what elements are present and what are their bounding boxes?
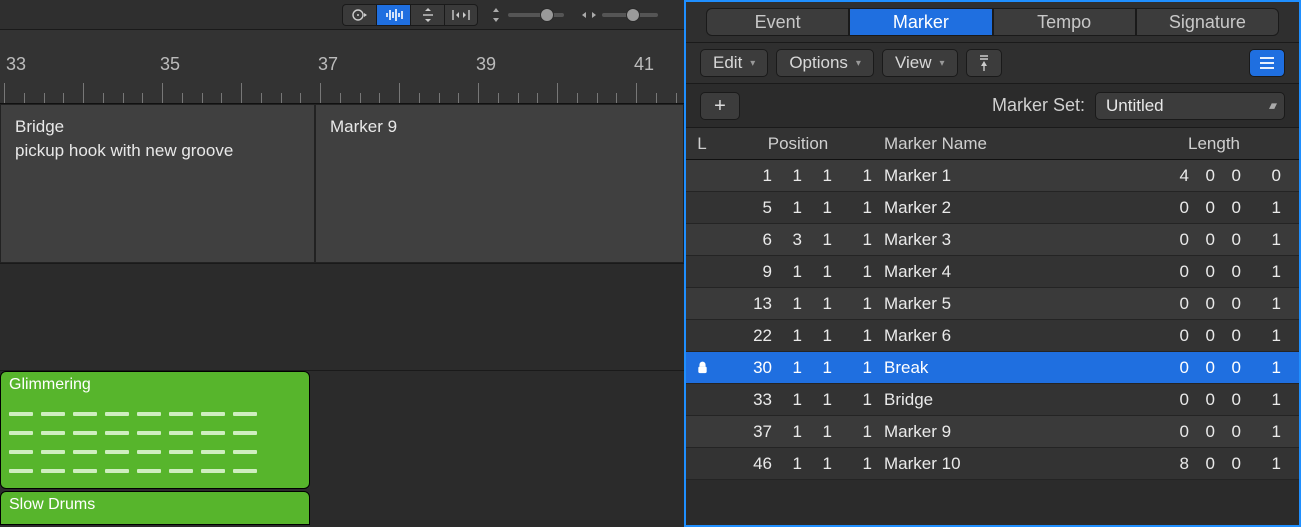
length-cell[interactable]: 0001 <box>1129 358 1299 378</box>
list-editor-pane: Event Marker Tempo Signature Edit▾ Optio… <box>684 0 1301 527</box>
empty-track <box>0 264 684 371</box>
region-label: Glimmering <box>9 376 301 394</box>
name-cell[interactable]: Marker 3 <box>878 230 1129 250</box>
marker-list-body: 1111Marker 140005111Marker 200016311Mark… <box>686 160 1299 525</box>
marker-block-title: Marker 9 <box>330 115 669 139</box>
catch-playhead-button[interactable] <box>966 49 1002 77</box>
name-cell[interactable]: Marker 9 <box>878 422 1129 442</box>
marker-row[interactable]: 6311Marker 30001 <box>686 224 1299 256</box>
name-cell[interactable]: Marker 5 <box>878 294 1129 314</box>
name-cell[interactable]: Marker 2 <box>878 198 1129 218</box>
position-cell[interactable]: 46111 <box>718 454 878 474</box>
region-slow-drums[interactable]: Slow Drums <box>0 491 310 525</box>
list-editor-menubar: Edit▾ Options▾ View▾ <box>686 42 1299 84</box>
list-editor-tabs: Event Marker Tempo Signature <box>686 2 1299 42</box>
horizontal-fit-button[interactable] <box>444 4 478 26</box>
horizontal-arrows-icon <box>582 9 596 21</box>
lock-cell[interactable] <box>686 361 718 374</box>
marker-row[interactable]: 13111Marker 50001 <box>686 288 1299 320</box>
length-cell[interactable]: 0001 <box>1129 294 1299 314</box>
waveform-mode-button[interactable] <box>376 4 410 26</box>
region-track-1: Glimmering <box>0 371 684 491</box>
view-menu[interactable]: View▾ <box>882 49 958 77</box>
position-cell[interactable]: 5111 <box>718 198 878 218</box>
marker-row[interactable]: 30111Break0001 <box>686 352 1299 384</box>
updown-icon: ▴▾ <box>1269 99 1274 112</box>
region-label: Slow Drums <box>9 496 301 514</box>
marker-row[interactable]: 5111Marker 20001 <box>686 192 1299 224</box>
menu-button[interactable] <box>342 4 376 26</box>
marker-block-subtitle: pickup hook with new groove <box>15 139 300 163</box>
column-lock[interactable]: L <box>686 134 718 154</box>
position-cell[interactable]: 37111 <box>718 422 878 442</box>
position-cell[interactable]: 1111 <box>718 166 878 186</box>
length-cell[interactable]: 0001 <box>1129 230 1299 250</box>
position-cell[interactable]: 33111 <box>718 390 878 410</box>
vertical-arrows-icon <box>490 8 502 22</box>
column-marker-name[interactable]: Marker Name <box>878 134 1129 154</box>
name-cell[interactable]: Marker 10 <box>878 454 1129 474</box>
length-cell[interactable]: 4000 <box>1129 166 1299 186</box>
marker-row[interactable]: 22111Marker 60001 <box>686 320 1299 352</box>
vertical-zoom-slider[interactable] <box>484 4 570 26</box>
marker-list-header: L Position Marker Name Length <box>686 128 1299 160</box>
position-cell[interactable]: 22111 <box>718 326 878 346</box>
tab-tempo[interactable]: Tempo <box>993 8 1136 36</box>
name-cell[interactable]: Marker 1 <box>878 166 1129 186</box>
name-cell[interactable]: Marker 4 <box>878 262 1129 282</box>
marker-block-marker9[interactable]: Marker 9 <box>315 104 684 263</box>
position-cell[interactable]: 30111 <box>718 358 878 378</box>
marker-row[interactable]: 37111Marker 90001 <box>686 416 1299 448</box>
chevron-down-icon: ▾ <box>940 58 945 69</box>
name-cell[interactable]: Break <box>878 358 1129 378</box>
midi-preview <box>9 404 301 480</box>
marker-row[interactable]: 33111Bridge0001 <box>686 384 1299 416</box>
vertical-zoom-button[interactable] <box>410 4 444 26</box>
marker-row[interactable]: 1111Marker 14000 <box>686 160 1299 192</box>
length-cell[interactable]: 0001 <box>1129 326 1299 346</box>
horizontal-zoom-slider[interactable] <box>576 4 664 26</box>
marker-set-select[interactable]: Untitled ▴▾ <box>1095 92 1285 120</box>
position-cell[interactable]: 6311 <box>718 230 878 250</box>
marker-track[interactable]: Bridge pickup hook with new groove Marke… <box>0 104 684 264</box>
marker-set-bar: + Marker Set: Untitled ▴▾ <box>686 84 1299 128</box>
length-cell[interactable]: 0001 <box>1129 422 1299 442</box>
length-cell[interactable]: 8001 <box>1129 454 1299 474</box>
edit-menu[interactable]: Edit▾ <box>700 49 768 77</box>
position-cell[interactable]: 13111 <box>718 294 878 314</box>
marker-block-title: Bridge <box>15 115 300 139</box>
timeline-ruler[interactable]: 33 35 37 39 41 <box>0 30 684 104</box>
length-cell[interactable]: 0001 <box>1129 262 1299 282</box>
marker-block-bridge[interactable]: Bridge pickup hook with new groove <box>0 104 315 263</box>
region-track-2: Slow Drums <box>0 491 684 527</box>
timeline-toolbar <box>0 0 684 30</box>
marker-set-label: Marker Set: <box>992 95 1085 116</box>
tab-signature[interactable]: Signature <box>1136 8 1279 36</box>
options-menu[interactable]: Options▾ <box>776 49 874 77</box>
position-cell[interactable]: 9111 <box>718 262 878 282</box>
length-cell[interactable]: 0001 <box>1129 198 1299 218</box>
column-position[interactable]: Position <box>718 134 878 154</box>
tab-event[interactable]: Event <box>706 8 849 36</box>
timeline-pane: 33 35 37 39 41 Bridge pickup hook with n… <box>0 0 684 527</box>
list-view-button[interactable] <box>1249 49 1285 77</box>
tab-marker[interactable]: Marker <box>849 8 992 36</box>
region-glimmering[interactable]: Glimmering <box>0 371 310 489</box>
marker-row[interactable]: 9111Marker 40001 <box>686 256 1299 288</box>
chevron-down-icon: ▾ <box>750 58 755 69</box>
add-marker-button[interactable]: + <box>700 92 740 120</box>
length-cell[interactable]: 0001 <box>1129 390 1299 410</box>
name-cell[interactable]: Bridge <box>878 390 1129 410</box>
chevron-down-icon: ▾ <box>856 58 861 69</box>
marker-row[interactable]: 46111Marker 108001 <box>686 448 1299 480</box>
name-cell[interactable]: Marker 6 <box>878 326 1129 346</box>
column-length[interactable]: Length <box>1129 134 1299 154</box>
